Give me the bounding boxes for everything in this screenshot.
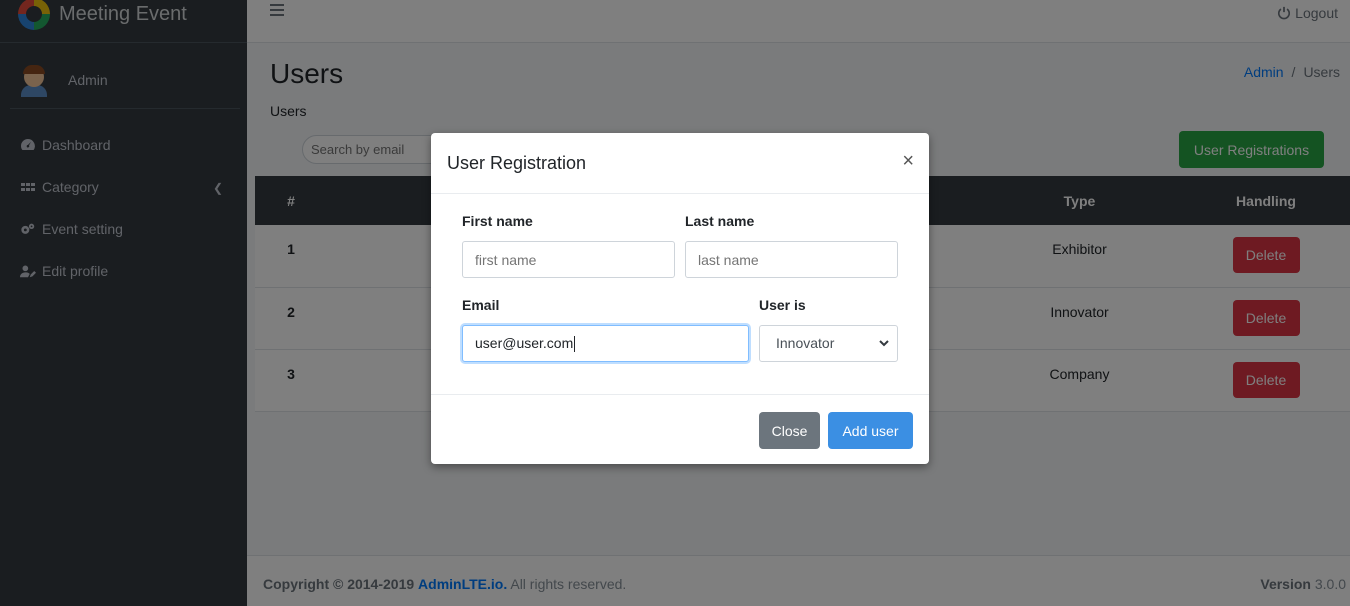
user-type-select[interactable]: Innovator: [759, 325, 898, 362]
email-field[interactable]: user@user.com: [462, 325, 749, 362]
user-type-selected: Innovator: [776, 335, 835, 351]
email-value: user@user.com: [475, 335, 574, 351]
user-is-label: User is: [759, 297, 806, 313]
close-button[interactable]: Close: [759, 412, 820, 449]
close-icon[interactable]: ×: [902, 150, 914, 173]
last-name-field[interactable]: [685, 241, 898, 278]
add-user-button[interactable]: Add user: [828, 412, 913, 449]
user-registration-modal: User Registration × First name Last name…: [431, 133, 929, 464]
last-name-label: Last name: [685, 213, 755, 229]
first-name-label: First name: [462, 213, 533, 229]
email-label: Email: [462, 297, 500, 313]
modal-title: User Registration: [447, 153, 587, 173]
modal-header: User Registration ×: [431, 133, 929, 194]
first-name-field[interactable]: [462, 241, 675, 278]
text-caret: [574, 336, 576, 353]
chevron-down-icon: [879, 340, 889, 347]
modal-footer: Close Add user: [431, 394, 929, 464]
